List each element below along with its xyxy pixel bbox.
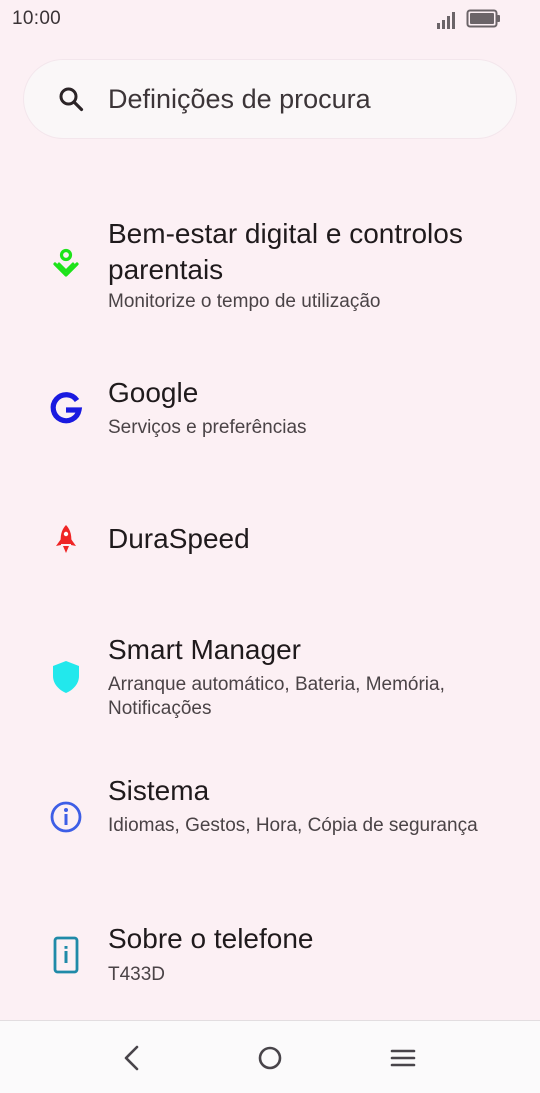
rocket-icon	[46, 520, 86, 565]
settings-item-subtitle: Monitorize o tempo de utilização	[108, 291, 381, 312]
settings-item-about-phone[interactable]: Sobre o telefone T433D	[0, 905, 540, 1005]
menu-icon[interactable]	[386, 1041, 420, 1075]
phone-info-icon	[46, 935, 86, 980]
settings-item-google[interactable]: Google Serviços e preferências	[0, 360, 540, 470]
settings-item-title: Sobre o telefone	[108, 923, 314, 954]
navigation-bar	[0, 1020, 540, 1093]
digital-wellbeing-icon	[46, 246, 86, 291]
signal-icon	[436, 10, 460, 35]
settings-item-title: Sistema	[108, 775, 210, 806]
settings-item-subtitle: Arranque automático, Bateria, Memória, N…	[108, 674, 445, 719]
search-input[interactable]: Definições de procura	[108, 84, 371, 115]
home-icon[interactable]	[253, 1041, 287, 1075]
settings-item-title: Bem-estar digital e controlos parentais	[108, 218, 463, 285]
settings-item-duraspeed[interactable]: DuraSpeed	[0, 500, 540, 580]
settings-item-title: DuraSpeed	[108, 523, 250, 554]
status-time: 10:00	[12, 8, 62, 29]
settings-item-subtitle: T433D	[108, 964, 166, 985]
settings-item-subtitle: Serviços e preferências	[108, 417, 307, 438]
settings-item-smart-manager[interactable]: Smart Manager Arranque automático, Bater…	[0, 615, 540, 745]
settings-item-subtitle: Idiomas, Gestos, Hora, Cópia de seguranç…	[108, 815, 478, 836]
search-bar[interactable]: Definições de procura	[24, 60, 516, 138]
shield-icon	[46, 657, 86, 702]
settings-item-title: Smart Manager	[108, 634, 301, 665]
settings-item-title: Google	[108, 377, 199, 408]
battery-icon	[466, 9, 502, 34]
info-icon	[46, 797, 86, 842]
google-icon	[46, 388, 86, 433]
status-bar: 10:00	[0, 0, 540, 38]
settings-item-sistema[interactable]: Sistema Idiomas, Gestos, Hora, Cópia de …	[0, 760, 540, 880]
search-icon	[58, 86, 84, 117]
back-icon[interactable]	[116, 1041, 150, 1075]
settings-item-digital-wellbeing[interactable]: Bem-estar digital e controlos parentais …	[0, 200, 540, 330]
